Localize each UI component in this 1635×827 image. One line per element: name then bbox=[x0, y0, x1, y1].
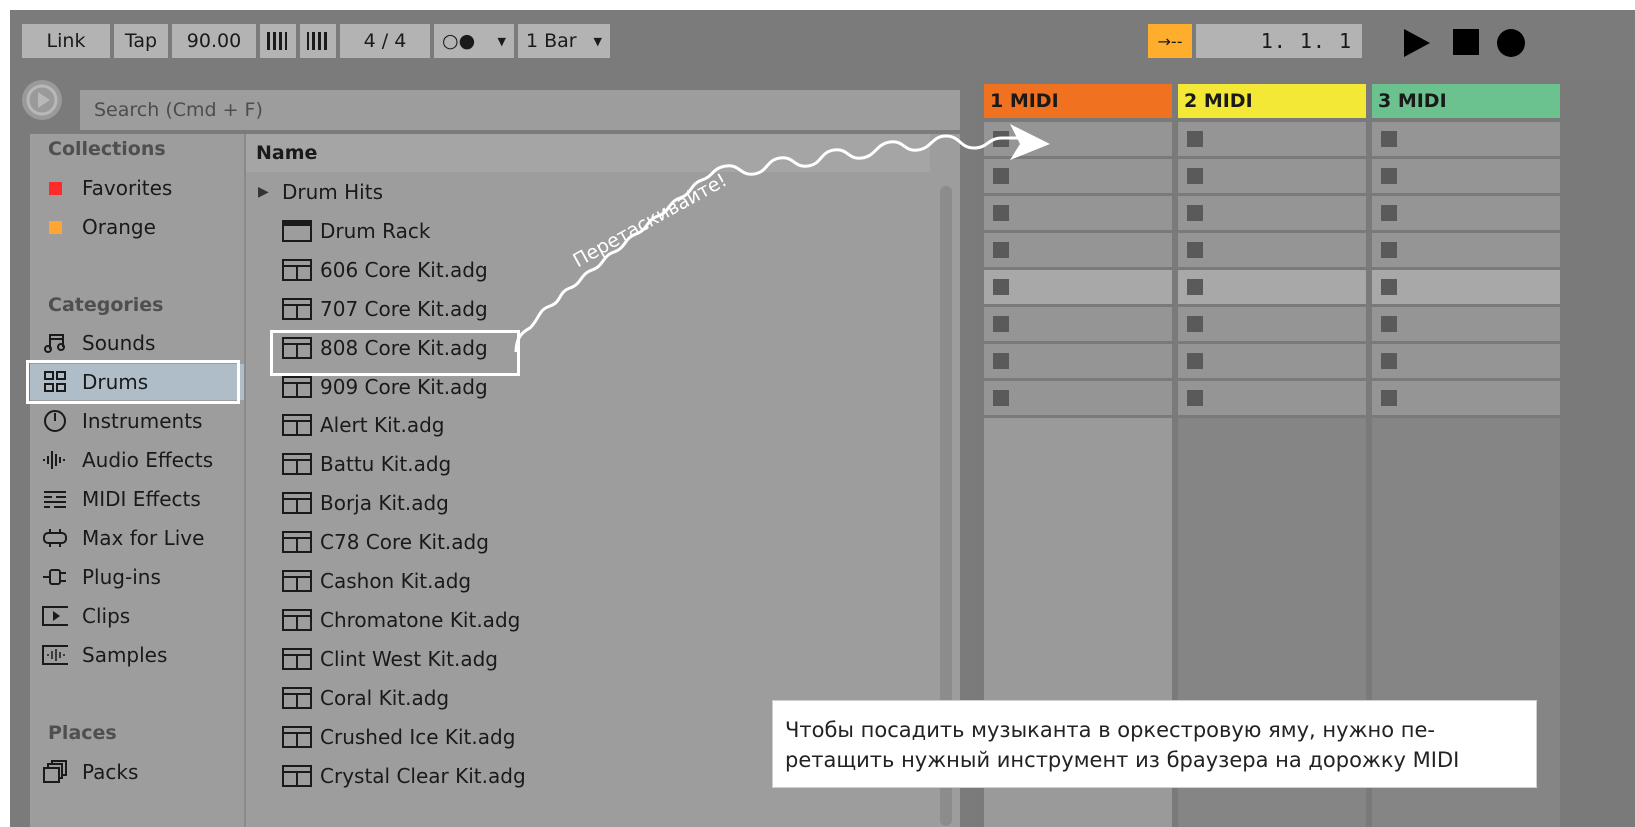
caption-line-1: Чтобы посадить музыканта в оркестровую я… bbox=[785, 718, 1435, 742]
caption-line-2: ретащить нужный инструмент из браузера н… bbox=[785, 748, 1460, 772]
arrow-head-icon bbox=[1010, 124, 1050, 160]
ableton-window: Link Tap 90.00 4 / 4 ○● ▼ 1 Bar ▼ →-- 1.… bbox=[10, 10, 1635, 827]
caption-note: Чтобы посадить музыканта в оркестровую я… bbox=[772, 700, 1537, 788]
